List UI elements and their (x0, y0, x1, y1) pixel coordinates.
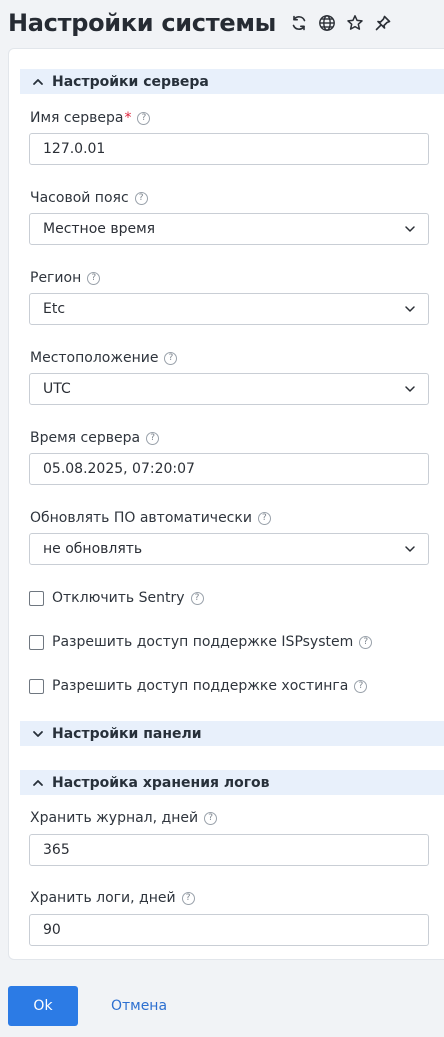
page-header: Настройки системы (0, 0, 444, 46)
sentry-checkbox[interactable] (29, 590, 44, 606)
server-time-input[interactable]: 05.08.2025, 07:20:07 (29, 453, 429, 485)
journal-days-label-text: Хранить журнал, дней (30, 810, 199, 826)
hosting-support-label[interactable]: Разрешить доступ поддержке хостинга (52, 678, 348, 694)
server-time-label-text: Время сервера (30, 430, 141, 446)
page-title: Настройки системы (8, 9, 277, 37)
location-select[interactable]: UTC (29, 373, 429, 405)
ok-button[interactable]: Ok (8, 986, 78, 1026)
timezone-select[interactable]: Местное время (29, 213, 429, 245)
pin-icon[interactable] (374, 14, 392, 32)
logs-days-label-text: Хранить логи, дней (30, 890, 176, 906)
section-panel-settings[interactable]: Настройки панели (20, 721, 444, 746)
section-log-storage[interactable]: Настройка хранения логов (20, 770, 444, 795)
isp-support-checkbox[interactable] (29, 634, 44, 650)
chevron-down-icon (392, 543, 428, 555)
help-icon[interactable]: ? (359, 635, 373, 649)
auto-update-label-text: Обновлять ПО автоматически (30, 510, 252, 526)
logs-days-label: Хранить логи, дней ? (30, 890, 195, 906)
region-value: Etc (43, 301, 66, 317)
section-label: Настройки панели (52, 725, 202, 742)
timezone-label-text: Часовой пояс (30, 190, 129, 206)
location-label: Местоположение ? (30, 350, 178, 366)
required-mark: * (124, 110, 132, 126)
help-icon[interactable]: ? (190, 591, 204, 605)
help-icon[interactable]: ? (257, 511, 271, 525)
chevron-down-icon (392, 383, 428, 395)
timezone-value: Местное время (43, 221, 156, 237)
sentry-option: Отключить Sentry ? (29, 590, 204, 606)
help-icon[interactable]: ? (137, 111, 151, 125)
help-icon[interactable]: ? (181, 891, 195, 905)
auto-update-value: не обновлять (43, 541, 143, 557)
location-value: UTC (43, 381, 71, 397)
section-label: Настройка хранения логов (52, 774, 270, 791)
help-icon[interactable]: ? (87, 271, 101, 285)
globe-icon[interactable] (318, 14, 336, 32)
chevron-down-icon (26, 728, 50, 740)
timezone-label: Часовой пояс ? (30, 190, 148, 206)
location-label-text: Местоположение (30, 350, 159, 366)
server-time-label: Время сервера ? (30, 430, 160, 446)
chevron-down-icon (392, 303, 428, 315)
isp-support-option: Разрешить доступ поддержке ISPsystem ? (29, 634, 373, 650)
region-select[interactable]: Etc (29, 293, 429, 325)
star-icon[interactable] (346, 14, 364, 32)
refresh-icon[interactable] (290, 14, 308, 32)
hosting-support-option: Разрешить доступ поддержке хостинга ? (29, 678, 368, 694)
hosting-support-checkbox[interactable] (29, 678, 44, 694)
logs-days-input[interactable]: 90 (29, 914, 429, 946)
help-icon[interactable]: ? (204, 811, 218, 825)
help-icon[interactable]: ? (134, 191, 148, 205)
auto-update-select[interactable]: не обновлять (29, 533, 429, 565)
cancel-button[interactable]: Отмена (104, 986, 174, 1026)
help-icon[interactable]: ? (164, 351, 178, 365)
help-icon[interactable]: ? (146, 431, 160, 445)
sentry-label[interactable]: Отключить Sentry (52, 590, 185, 606)
section-server-settings[interactable]: Настройки сервера (20, 69, 444, 94)
chevron-down-icon (392, 223, 428, 235)
isp-support-label[interactable]: Разрешить доступ поддержке ISPsystem (52, 634, 353, 650)
header-toolbar (290, 14, 392, 32)
auto-update-label: Обновлять ПО автоматически ? (30, 510, 271, 526)
journal-days-label: Хранить журнал, дней ? (30, 810, 218, 826)
region-label-text: Регион (30, 270, 82, 286)
server-name-input[interactable]: 127.0.01 (29, 133, 429, 165)
chevron-up-icon (26, 76, 50, 88)
chevron-up-icon (26, 777, 50, 789)
region-label: Регион ? (30, 270, 101, 286)
journal-days-input[interactable]: 365 (29, 834, 429, 866)
section-label: Настройки сервера (52, 73, 209, 90)
server-name-label: Имя сервера * ? (30, 110, 151, 126)
server-name-label-text: Имя сервера (30, 110, 124, 126)
help-icon[interactable]: ? (354, 679, 368, 693)
